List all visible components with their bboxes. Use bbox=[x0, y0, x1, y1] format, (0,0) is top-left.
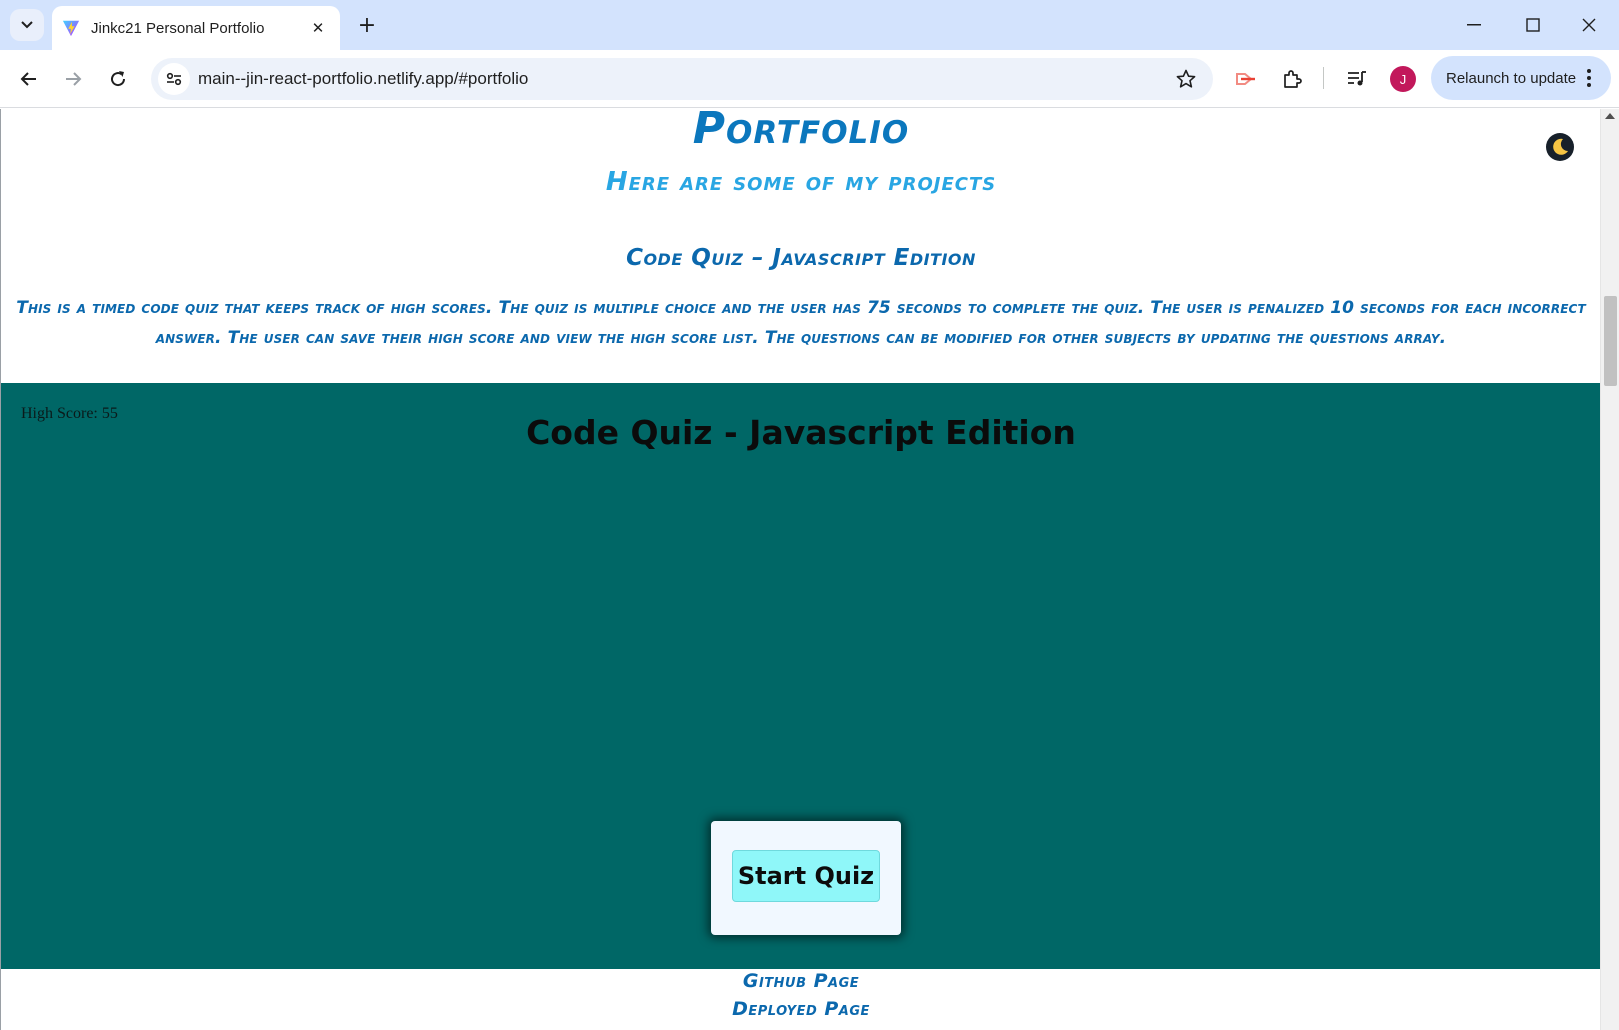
queue-music-icon bbox=[1348, 71, 1366, 86]
scroll-thumb[interactable] bbox=[1604, 296, 1617, 386]
profile-avatar[interactable]: J bbox=[1390, 66, 1416, 92]
maximize-icon bbox=[1526, 18, 1540, 32]
close-window-button[interactable] bbox=[1569, 8, 1609, 42]
github-page-link[interactable]: Github Page bbox=[1, 970, 1600, 992]
bookmark-star-button[interactable] bbox=[1173, 66, 1199, 92]
minimize-button[interactable] bbox=[1454, 8, 1494, 42]
tab-search-button[interactable] bbox=[10, 9, 44, 41]
cast-arrow-icon bbox=[1236, 73, 1255, 85]
page-viewport: Portfolio Here are some of my projects C… bbox=[0, 109, 1600, 1030]
portfolio-subheading: Here are some of my projects bbox=[605, 167, 997, 197]
url-text[interactable]: main--jin-react-portfolio.netlify.app/#p… bbox=[198, 69, 528, 89]
forward-button[interactable] bbox=[57, 63, 89, 95]
media-controls-button[interactable] bbox=[1341, 63, 1373, 95]
tab-title: Jinkc21 Personal Portfolio bbox=[91, 19, 265, 37]
relaunch-button[interactable]: Relaunch to update bbox=[1431, 56, 1611, 100]
site-info-button[interactable] bbox=[158, 63, 190, 95]
arrow-right-icon bbox=[66, 72, 82, 86]
address-bar[interactable]: main--jin-react-portfolio.netlify.app/#p… bbox=[151, 58, 1213, 100]
maximize-button[interactable] bbox=[1513, 8, 1553, 42]
reload-icon bbox=[111, 71, 126, 87]
project-demo-embed: High Score: 55 Code Quiz - Javascript Ed… bbox=[1, 383, 1600, 969]
star-icon bbox=[1176, 69, 1196, 88]
puzzle-icon bbox=[1284, 70, 1302, 88]
chevron-down-icon bbox=[21, 21, 33, 29]
demo-title: Code Quiz - Javascript Edition bbox=[526, 413, 1076, 452]
theme-toggle-button[interactable] bbox=[1546, 133, 1574, 161]
new-tab-button[interactable]: + bbox=[353, 11, 381, 39]
project-description: This is a timed code quiz that keeps tra… bbox=[16, 298, 1586, 348]
deployed-page-link[interactable]: Deployed Page bbox=[1, 998, 1600, 1020]
browser-tab[interactable]: Jinkc21 Personal Portfolio ✕ bbox=[52, 6, 340, 50]
close-tab-icon[interactable]: ✕ bbox=[306, 16, 330, 40]
tab-strip: Jinkc21 Personal Portfolio ✕ + bbox=[0, 0, 1619, 50]
close-icon bbox=[1582, 18, 1596, 32]
project-title: Code Quiz – Javascript Edition bbox=[626, 245, 976, 271]
more-vert-icon[interactable] bbox=[1577, 69, 1601, 87]
extension-button[interactable] bbox=[1230, 63, 1262, 95]
moon-icon bbox=[1553, 138, 1568, 155]
toolbar-divider bbox=[1323, 67, 1324, 89]
minimize-icon bbox=[1467, 24, 1481, 26]
browser-toolbar: main--jin-react-portfolio.netlify.app/#p… bbox=[0, 50, 1619, 108]
start-card: Start Quiz bbox=[711, 821, 901, 935]
arrow-left-icon bbox=[20, 72, 36, 86]
vite-logo-icon bbox=[62, 20, 80, 37]
start-quiz-button[interactable]: Start Quiz bbox=[732, 850, 880, 902]
tune-icon bbox=[166, 72, 182, 86]
scroll-up-arrow-icon[interactable] bbox=[1605, 113, 1615, 119]
page-scrollbar[interactable] bbox=[1600, 109, 1619, 1030]
relaunch-label: Relaunch to update bbox=[1446, 69, 1577, 87]
extensions-button[interactable] bbox=[1276, 63, 1308, 95]
back-button[interactable] bbox=[13, 63, 45, 95]
portfolio-heading: Portfolio bbox=[692, 109, 910, 154]
reload-button[interactable] bbox=[102, 63, 134, 95]
